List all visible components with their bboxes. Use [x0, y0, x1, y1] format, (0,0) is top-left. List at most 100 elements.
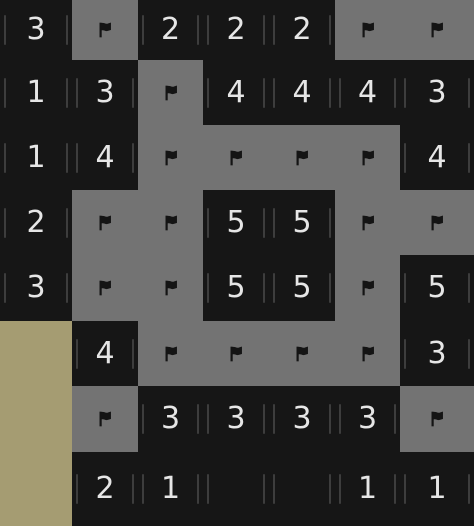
cell-flagged[interactable]: [72, 386, 138, 452]
cell-number[interactable]: 1: [138, 452, 203, 526]
cell-number[interactable]: 5: [269, 255, 335, 321]
cell-flagged[interactable]: [203, 321, 269, 386]
cell-number-label: 5: [226, 270, 246, 305]
cell-empty[interactable]: [269, 452, 335, 526]
cell-flagged[interactable]: [335, 0, 400, 60]
flag-icon: [99, 411, 111, 427]
cell-flagged[interactable]: [335, 255, 400, 321]
cell-number[interactable]: 3: [269, 386, 335, 452]
cell-number-label: 2: [95, 471, 115, 506]
flag-icon: [165, 280, 177, 296]
cell-number-label: 4: [226, 74, 246, 110]
flag-icon: [230, 150, 242, 165]
cell-flagged[interactable]: [400, 0, 474, 60]
cell-number-label: 1: [26, 139, 46, 175]
cell-number[interactable]: 4: [72, 321, 138, 386]
cell-number-label: 1: [26, 74, 46, 110]
cell-flagged[interactable]: [335, 190, 400, 255]
cell-number[interactable]: 2: [72, 452, 138, 526]
cell-number[interactable]: 3: [72, 60, 138, 125]
cell-number-label: 4: [95, 139, 115, 175]
cell-flagged[interactable]: [269, 125, 335, 190]
cell-number-label: 5: [226, 204, 246, 240]
cell-unrevealed[interactable]: [0, 321, 72, 386]
cell-number[interactable]: 2: [0, 190, 72, 255]
cell-flagged[interactable]: [138, 255, 203, 321]
cell-number[interactable]: 2: [203, 0, 269, 60]
cell-number-label: 5: [427, 270, 447, 305]
cell-flagged[interactable]: [203, 125, 269, 190]
cell-number-label: 4: [292, 74, 312, 110]
flag-icon: [165, 346, 177, 361]
cell-flagged[interactable]: [72, 190, 138, 255]
cell-flagged[interactable]: [138, 190, 203, 255]
cell-number-label: 2: [26, 204, 46, 240]
cell-number-label: 3: [427, 74, 447, 110]
flag-icon: [362, 346, 374, 361]
cell-number[interactable]: 3: [335, 386, 400, 452]
cell-number[interactable]: 4: [335, 60, 400, 125]
cell-number[interactable]: 3: [400, 321, 474, 386]
cell-number[interactable]: 5: [400, 255, 474, 321]
flag-icon: [99, 22, 111, 38]
cell-flagged[interactable]: [400, 190, 474, 255]
cell-number-label: 4: [95, 335, 115, 371]
cell-number[interactable]: 3: [400, 60, 474, 125]
cell-flagged[interactable]: [72, 255, 138, 321]
cell-flagged[interactable]: [269, 321, 335, 386]
cell-number[interactable]: 4: [400, 125, 474, 190]
cell-number[interactable]: 4: [203, 60, 269, 125]
flag-icon: [431, 22, 443, 38]
cell-number[interactable]: 1: [335, 452, 400, 526]
cell-number[interactable]: 1: [0, 60, 72, 125]
cell-number[interactable]: 1: [0, 125, 72, 190]
cell-number[interactable]: 2: [138, 0, 203, 60]
flag-icon: [296, 150, 308, 165]
cell-flagged[interactable]: [138, 125, 203, 190]
cell-number[interactable]: 4: [269, 60, 335, 125]
cell-number[interactable]: 3: [0, 0, 72, 60]
cell-flagged[interactable]: [335, 321, 400, 386]
cell-flagged[interactable]: [138, 60, 203, 125]
flag-icon: [431, 411, 443, 427]
cell-flagged[interactable]: [400, 386, 474, 452]
cell-number-label: 5: [292, 204, 312, 240]
cell-number[interactable]: 1: [400, 452, 474, 526]
flag-icon: [99, 280, 111, 296]
cell-number[interactable]: 5: [203, 255, 269, 321]
cell-unrevealed[interactable]: [0, 386, 72, 452]
cell-number-label: 3: [95, 74, 115, 110]
cell-number[interactable]: 3: [138, 386, 203, 452]
flag-icon: [362, 215, 374, 230]
flag-icon: [165, 85, 177, 100]
cell-number[interactable]: 5: [269, 190, 335, 255]
cell-number-label: 2: [160, 12, 181, 47]
cell-number[interactable]: 3: [203, 386, 269, 452]
cell-number-label: 3: [160, 401, 181, 436]
cell-number-label: 3: [26, 270, 46, 305]
cell-number-label: 5: [292, 270, 312, 305]
cell-number-label: 4: [357, 74, 378, 110]
cell-empty[interactable]: [203, 452, 269, 526]
minesweeper-board: 3 2 2 2 1 3 4 4 4 3 1 4 4 2 5 5 3 5 5 5 4 3 3 3 3 3 2 1 1 1: [0, 0, 474, 526]
cell-unrevealed[interactable]: [0, 452, 72, 526]
cell-number[interactable]: 3: [0, 255, 72, 321]
flag-icon: [230, 346, 242, 361]
flag-icon: [99, 215, 111, 230]
cell-number-label: 3: [226, 401, 246, 436]
flag-icon: [362, 280, 374, 296]
cell-number-label: 2: [226, 12, 246, 47]
cell-flagged[interactable]: [335, 125, 400, 190]
cell-number-label: 1: [357, 471, 378, 506]
flag-icon: [165, 215, 177, 230]
cell-number[interactable]: 2: [269, 0, 335, 60]
cell-number[interactable]: 4: [72, 125, 138, 190]
cell-number-label: 3: [427, 335, 447, 371]
cell-number[interactable]: 5: [203, 190, 269, 255]
cell-number-label: 4: [427, 139, 447, 175]
cell-number-label: 1: [160, 471, 181, 506]
cell-flagged[interactable]: [72, 0, 138, 60]
cell-flagged[interactable]: [138, 321, 203, 386]
flag-icon: [362, 22, 374, 38]
cell-number-label: 2: [292, 12, 312, 47]
